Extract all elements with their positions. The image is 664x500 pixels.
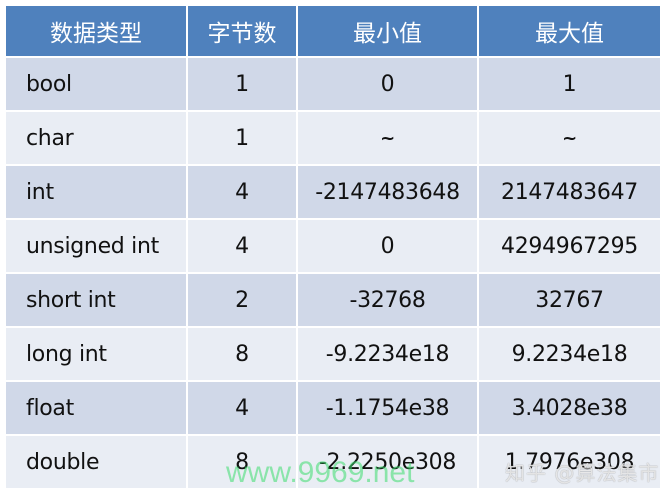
header-data-type: 数据类型 <box>4 4 188 58</box>
table-row: char 1 ~ ~ <box>4 110 662 166</box>
cell-max: 9.2234e18 <box>477 326 662 382</box>
cell-bytes: 4 <box>186 164 298 220</box>
cell-max: 1 <box>477 56 662 112</box>
cell-min: -1.1754e38 <box>296 380 479 436</box>
data-type-table: 数据类型 字节数 最小值 最大值 bool 1 0 1 char 1 ~ ~ i… <box>4 4 662 490</box>
cell-bytes: 1 <box>186 110 298 166</box>
cell-min: 0 <box>296 56 479 112</box>
table-row: unsigned int 4 0 4294967295 <box>4 218 662 274</box>
cell-min: 0 <box>296 218 479 274</box>
cell-type: int <box>4 164 188 220</box>
cell-bytes: 8 <box>186 326 298 382</box>
cell-max: ~ <box>477 110 662 166</box>
header-bytes: 字节数 <box>186 4 298 58</box>
cell-bytes: 4 <box>186 380 298 436</box>
cell-type: bool <box>4 56 188 112</box>
cell-type: double <box>4 434 188 490</box>
cell-min: -2.2250e308 <box>296 434 479 490</box>
cell-type: unsigned int <box>4 218 188 274</box>
data-type-table-container: 数据类型 字节数 最小值 最大值 bool 1 0 1 char 1 ~ ~ i… <box>4 4 662 490</box>
cell-bytes: 8 <box>186 434 298 490</box>
cell-max: 3.4028e38 <box>477 380 662 436</box>
header-min-value: 最小值 <box>296 4 479 58</box>
cell-min: ~ <box>296 110 479 166</box>
cell-min: -9.2234e18 <box>296 326 479 382</box>
table-row: float 4 -1.1754e38 3.4028e38 <box>4 380 662 436</box>
cell-type: long int <box>4 326 188 382</box>
cell-bytes: 2 <box>186 272 298 328</box>
cell-bytes: 4 <box>186 218 298 274</box>
cell-max: 1.7976e308 <box>477 434 662 490</box>
cell-bytes: 1 <box>186 56 298 112</box>
cell-max: 4294967295 <box>477 218 662 274</box>
table-header-row: 数据类型 字节数 最小值 最大值 <box>4 4 662 58</box>
table-row: double 8 -2.2250e308 1.7976e308 <box>4 434 662 490</box>
header-max-value: 最大值 <box>477 4 662 58</box>
table-row: int 4 -2147483648 2147483647 <box>4 164 662 220</box>
cell-max: 2147483647 <box>477 164 662 220</box>
cell-type: float <box>4 380 188 436</box>
cell-min: -2147483648 <box>296 164 479 220</box>
cell-type: char <box>4 110 188 166</box>
cell-min: -32768 <box>296 272 479 328</box>
cell-max: 32767 <box>477 272 662 328</box>
cell-type: short int <box>4 272 188 328</box>
table-row: long int 8 -9.2234e18 9.2234e18 <box>4 326 662 382</box>
table-row: short int 2 -32768 32767 <box>4 272 662 328</box>
table-row: bool 1 0 1 <box>4 56 662 112</box>
